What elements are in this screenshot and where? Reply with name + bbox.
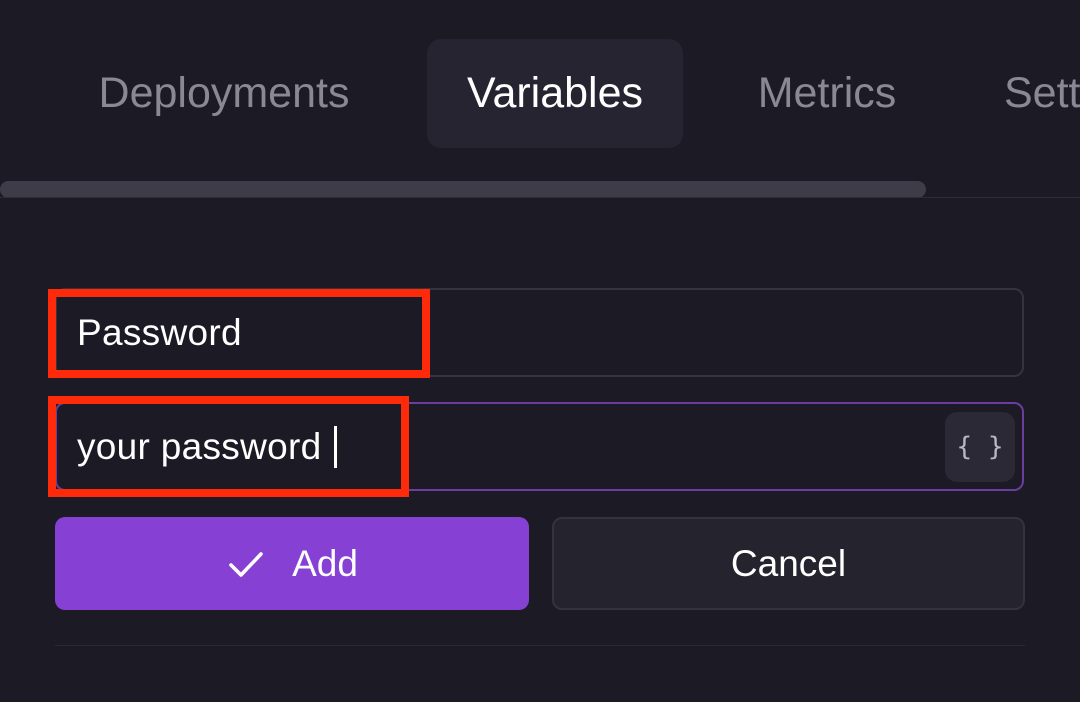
tab-metrics[interactable]: Metrics	[720, 39, 934, 148]
cancel-button[interactable]: Cancel	[552, 517, 1025, 610]
tab-divider	[0, 197, 1080, 198]
variable-value-input[interactable]: your password	[77, 404, 337, 489]
braces-label: { }	[956, 432, 1004, 462]
variable-name-field[interactable]: Password	[55, 288, 1024, 377]
variable-value-text: your password	[77, 425, 322, 467]
braces-icon[interactable]: { }	[945, 412, 1015, 482]
variable-name-input[interactable]: Password	[77, 290, 242, 375]
form-divider	[55, 645, 1025, 646]
tab-deployments[interactable]: Deployments	[58, 39, 390, 148]
add-button-label: Add	[292, 542, 358, 584]
tab-variables[interactable]: Variables	[427, 39, 683, 148]
check-icon	[229, 551, 263, 577]
variable-value-field[interactable]: your password	[55, 402, 1024, 491]
add-button[interactable]: Add	[55, 517, 529, 610]
tab-bar: Deployments Variables Metrics Sett	[0, 0, 1080, 200]
tab-settings[interactable]: Sett	[1004, 39, 1080, 148]
variable-name-value: Password	[77, 311, 242, 353]
text-caret	[333, 425, 337, 468]
tab-scrollbar[interactable]	[0, 181, 926, 198]
cancel-button-label: Cancel	[730, 542, 847, 584]
